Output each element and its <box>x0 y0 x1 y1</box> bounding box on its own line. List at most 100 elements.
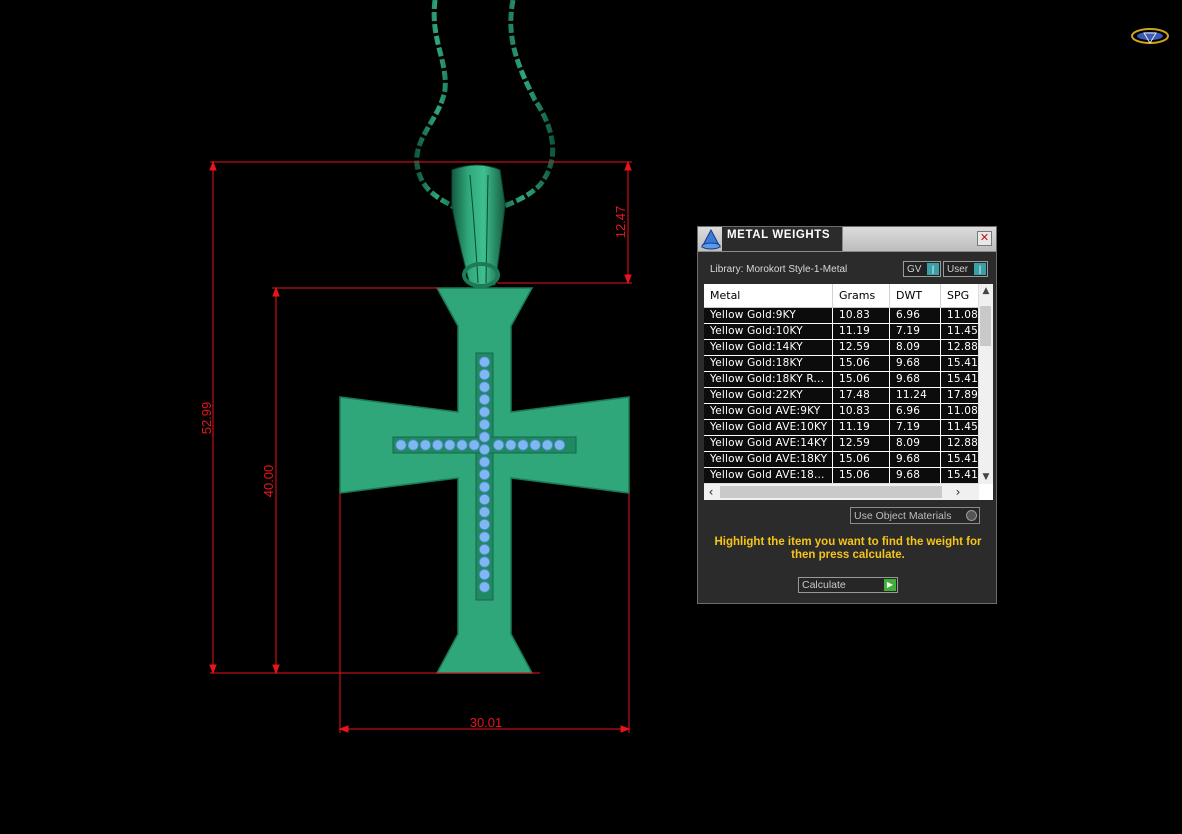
table-cell: 17.89 <box>941 388 981 403</box>
gem-stone <box>478 468 491 481</box>
gem-stone <box>431 439 444 451</box>
gv-toggle-label: GV <box>907 264 922 275</box>
gem-stone <box>478 481 491 493</box>
gem-stone <box>478 568 491 581</box>
table-cell: 7.19 <box>890 420 941 435</box>
metal-weights-panel: METAL WEIGHTS ✕ Library: Morokort Style-… <box>697 226 997 604</box>
vertical-scrollbar[interactable]: ▲ ▼ <box>978 284 993 484</box>
gem-stone <box>478 581 491 593</box>
close-button[interactable]: ✕ <box>977 231 992 246</box>
table-row[interactable]: Yellow Gold:22KY 17.48 11.24 17.89 <box>704 388 981 404</box>
gem-stone <box>529 439 541 451</box>
table-cell: 12.88 <box>941 340 981 355</box>
gem-stone <box>419 439 431 451</box>
table-cell: 11.45 <box>941 324 981 339</box>
table-cell: Yellow Gold:22KY <box>704 388 833 403</box>
table-cell: 11.19 <box>833 420 890 435</box>
table-row[interactable]: Yellow Gold:18KY R... 15.06 9.68 15.41 <box>704 372 981 388</box>
table-cell: Yellow Gold:18KY <box>704 356 833 371</box>
gv-toggle[interactable]: GV | <box>903 261 941 277</box>
use-object-materials-label: Use Object Materials <box>854 510 952 522</box>
table-cell: Yellow Gold AVE:14KY <box>704 436 833 451</box>
table-row[interactable]: Yellow Gold:9KY 10.83 6.96 11.08 <box>704 308 981 324</box>
gem-stone <box>478 356 491 368</box>
column-header-spg[interactable]: SPG <box>941 284 981 307</box>
table-row[interactable]: Yellow Gold AVE:10KY 11.19 7.19 11.45 <box>704 420 981 436</box>
table-row[interactable]: Yellow Gold:14KY 12.59 8.09 12.88 <box>704 340 981 356</box>
table-cell: 17.48 <box>833 388 890 403</box>
scroll-right-icon[interactable]: › <box>951 484 965 500</box>
vertical-scroll-thumb[interactable] <box>980 306 991 346</box>
table-cell: 11.24 <box>890 388 941 403</box>
gem-stone <box>478 518 491 531</box>
gem-stone <box>407 439 419 451</box>
table-row[interactable]: Yellow Gold:18KY 15.06 9.68 15.41 <box>704 356 981 372</box>
table-cell: 15.41 <box>941 372 981 387</box>
table-cell: 9.68 <box>890 452 941 467</box>
gem-stone <box>478 443 491 456</box>
column-header-grams[interactable]: Grams <box>833 284 890 307</box>
table-cell: 12.59 <box>833 436 890 451</box>
scroll-down-icon[interactable]: ▼ <box>979 470 993 484</box>
table-cell: 6.96 <box>890 308 941 323</box>
table-cell: 11.19 <box>833 324 890 339</box>
gem-stone <box>478 431 491 443</box>
gem-stone <box>444 439 456 451</box>
table-cell: 12.88 <box>941 436 981 451</box>
table-cell: 9.68 <box>890 356 941 371</box>
dim-width: 30.01 <box>470 715 503 730</box>
gem-stone <box>541 439 554 451</box>
table-cell: 11.08 <box>941 308 981 323</box>
table-cell: 15.06 <box>833 452 890 467</box>
gem-stone <box>478 406 491 418</box>
gem-stone <box>478 493 491 506</box>
gem-stone <box>478 531 491 543</box>
table-cell: 9.68 <box>890 468 941 483</box>
panel-title: METAL WEIGHTS <box>727 229 831 241</box>
gem-stone <box>478 393 491 406</box>
column-header-dwt[interactable]: DWT <box>890 284 941 307</box>
horizontal-scrollbar[interactable]: ‹ › <box>704 483 979 500</box>
horizontal-scroll-thumb[interactable] <box>720 486 942 498</box>
instruction-text: Highlight the item you want to find the … <box>714 536 982 561</box>
scroll-up-icon[interactable]: ▲ <box>979 284 993 298</box>
use-object-materials-toggle[interactable]: Use Object Materials <box>850 507 980 524</box>
panel-title-bar[interactable]: METAL WEIGHTS ✕ <box>698 227 996 252</box>
calculate-button[interactable]: Calculate ▶ <box>798 577 898 593</box>
table-row[interactable]: Yellow Gold AVE:9KY 10.83 6.96 11.08 <box>704 404 981 420</box>
pendant-bail <box>451 164 506 288</box>
table-row[interactable]: Yellow Gold AVE:14KY 12.59 8.09 12.88 <box>704 436 981 452</box>
table-cell: 7.19 <box>890 324 941 339</box>
column-header-metal[interactable]: Metal <box>704 284 833 307</box>
gem-stone <box>468 439 480 451</box>
gem-stone <box>478 418 491 431</box>
user-toggle-label: User <box>947 264 969 275</box>
table-cell: 15.41 <box>941 356 981 371</box>
table-row[interactable]: Yellow Gold:10KY 11.19 7.19 11.45 <box>704 324 981 340</box>
play-arrow-icon: ▶ <box>884 579 896 591</box>
table-row[interactable]: Yellow Gold AVE:18KY 15.06 9.68 15.41 <box>704 452 981 468</box>
library-label: Library: Morokort Style-1-Metal <box>710 264 848 275</box>
close-icon: ✕ <box>979 231 990 244</box>
table-cell: Yellow Gold:18KY R... <box>704 372 833 387</box>
gem-stone <box>478 506 491 518</box>
panel-tab[interactable]: METAL WEIGHTS <box>722 227 843 251</box>
table-cell: 15.41 <box>941 468 981 483</box>
scroll-left-icon[interactable]: ‹ <box>704 484 718 500</box>
app-logo-icon <box>1131 28 1169 44</box>
cross-pendant <box>339 287 630 674</box>
dim-total-height: 52.99 <box>199 402 214 435</box>
table-cell: 15.06 <box>833 468 890 483</box>
table-cell: Yellow Gold AVE:18... <box>704 468 833 483</box>
gem-stone <box>478 456 491 468</box>
gem-stone <box>517 439 529 451</box>
gem-stone <box>478 556 491 568</box>
table-cell: 15.41 <box>941 452 981 467</box>
user-toggle[interactable]: User | <box>943 261 988 277</box>
table-cell: 9.68 <box>890 372 941 387</box>
table-body: Yellow Gold:9KY 10.83 6.96 11.08 Yellow Gold… <box>704 308 981 484</box>
table-row[interactable]: Yellow Gold AVE:18... 15.06 9.68 15.41 <box>704 468 981 484</box>
metal-table[interactable]: Metal Grams DWT SPG Yellow Gold:9KY 10.83… <box>704 284 993 500</box>
3d-viewport[interactable]: 52.99 40.00 12.47 30.01 <box>0 0 1182 834</box>
table-cell: Yellow Gold:10KY <box>704 324 833 339</box>
